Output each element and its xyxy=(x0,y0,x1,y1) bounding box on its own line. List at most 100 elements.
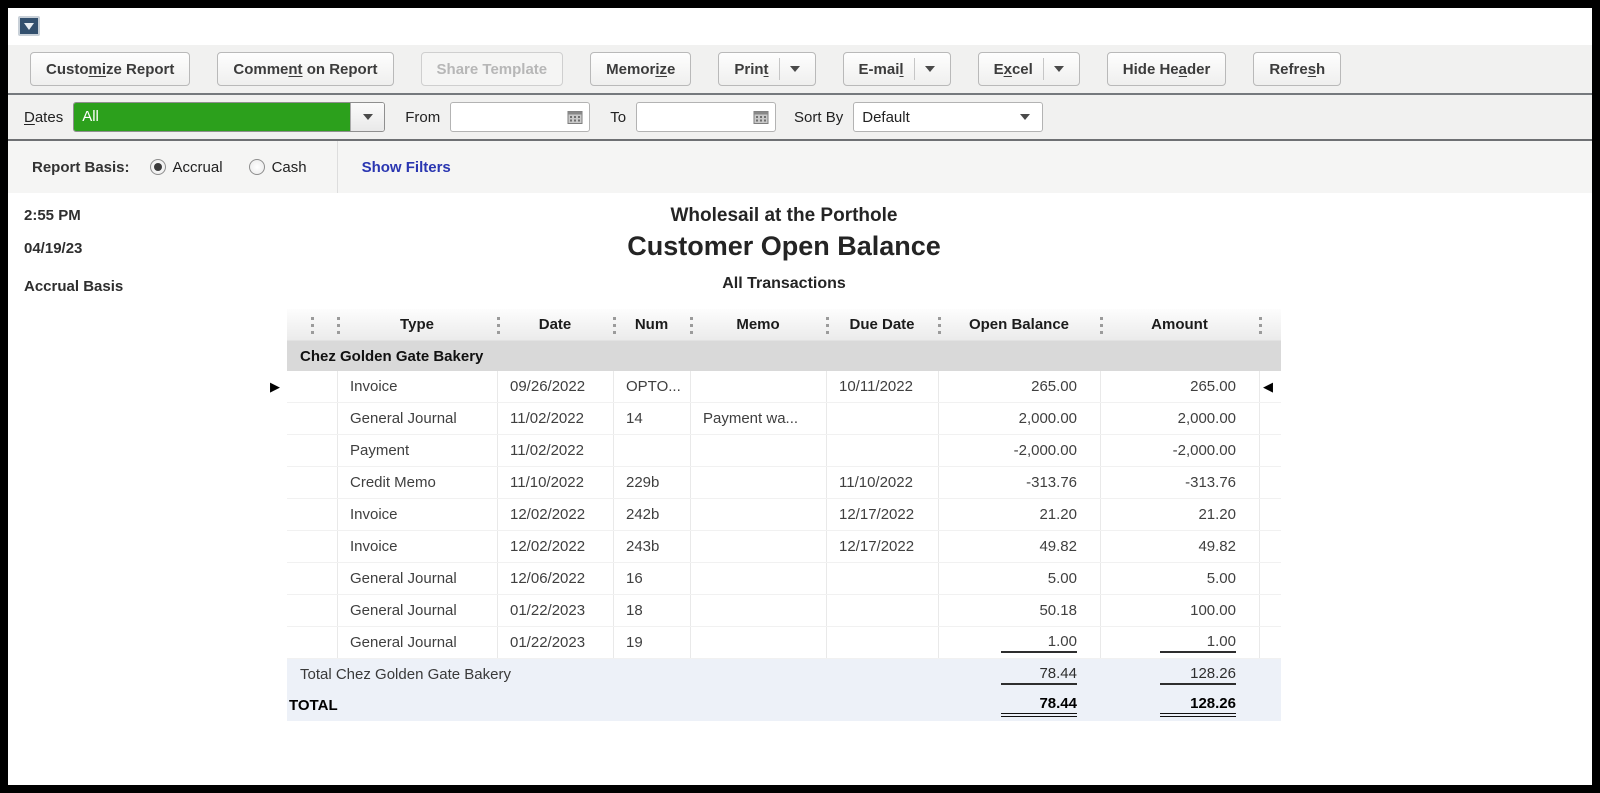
button-divider xyxy=(913,58,915,80)
type-cell: General Journal xyxy=(337,627,497,658)
accrual-radio[interactable]: Accrual xyxy=(149,158,223,176)
trailing-cell: ◀ xyxy=(1259,371,1281,402)
excel-dropdown-arrow-icon[interactable] xyxy=(1053,66,1064,72)
report-title: Customer Open Balance xyxy=(627,231,941,261)
print-dropdown-arrow-icon[interactable] xyxy=(789,66,800,72)
column-header-open-balance[interactable]: Open Balance xyxy=(938,309,1100,340)
sort-by-label: Sort By xyxy=(794,108,844,126)
company-name: Wholesail at the Porthole xyxy=(670,205,898,226)
button-label: Memorize xyxy=(606,60,676,78)
customize-report-button[interactable]: Customize Report xyxy=(30,52,191,86)
table-row[interactable]: ▶ Credit Memo 11/10/2022 229b 11/10/2022… xyxy=(287,467,1281,499)
trailing-cell: ◀ xyxy=(1259,467,1281,498)
minimize-button[interactable] xyxy=(1491,8,1508,45)
print-button[interactable]: Print xyxy=(718,52,816,86)
to-date-field[interactable] xyxy=(636,102,777,132)
trailing-cell: ◀ xyxy=(1259,595,1281,626)
trailing-cell: ◀ xyxy=(1259,563,1281,594)
dates-select-value: All xyxy=(74,103,351,131)
row-selector-cell xyxy=(287,371,337,402)
due-date-cell: 12/17/2022 xyxy=(826,499,938,530)
email-dropdown-arrow-icon[interactable] xyxy=(924,66,935,72)
table-body: ▶ Invoice 09/26/2022 OPTO... 10/11/2022 … xyxy=(270,371,1281,659)
due-date-cell xyxy=(826,627,938,658)
window-menu-icon[interactable] xyxy=(18,16,40,36)
radio-circle-icon xyxy=(149,159,166,175)
row-selector-cell xyxy=(287,499,337,530)
cash-radio[interactable]: Cash xyxy=(248,159,307,176)
table-row[interactable]: ▶ Invoice 12/02/2022 242b 12/17/2022 21.… xyxy=(287,499,1281,531)
table-row[interactable]: ▶ Payment 11/02/2022 -2,000.00 -2,000.00… xyxy=(287,435,1281,467)
current-row-pointer-icon: ▶ xyxy=(270,379,280,394)
amount-cell: 265.00 xyxy=(1100,371,1259,402)
num-cell: 243b xyxy=(613,531,690,562)
row-selector-cell xyxy=(287,403,337,434)
table-row[interactable]: ▶ Invoice 09/26/2022 OPTO... 10/11/2022 … xyxy=(270,371,1281,403)
dates-select-arrow-box[interactable] xyxy=(350,103,385,131)
date-cell: 12/02/2022 xyxy=(497,531,613,562)
memo-cell xyxy=(690,435,826,466)
column-header-due-date[interactable]: Due Date xyxy=(826,309,938,340)
show-filters-link[interactable]: Show Filters xyxy=(362,159,451,176)
type-cell: Invoice xyxy=(337,531,497,562)
email-button[interactable]: E-mail xyxy=(842,52,951,86)
amount-marker-icon: ◀ xyxy=(1263,379,1273,394)
hide-header-button[interactable]: Hide Header xyxy=(1106,52,1227,86)
dates-select[interactable]: All xyxy=(73,102,386,132)
group-total-amount: 128.26 xyxy=(1100,665,1259,685)
button-label: Excel xyxy=(993,60,1033,78)
open-balance-cell: 1.00 xyxy=(938,627,1100,658)
close-button[interactable]: ✖ xyxy=(1564,8,1578,45)
calendar-icon[interactable] xyxy=(753,109,769,125)
from-date-field[interactable] xyxy=(450,102,591,132)
column-header-type[interactable]: Type xyxy=(337,309,497,340)
table-row[interactable]: ▶ General Journal 12/06/2022 16 5.00 5.0… xyxy=(287,563,1281,595)
table-header-row: Type Date Num Memo Due Date Open Balance… xyxy=(287,309,1281,341)
row-selector-cell xyxy=(287,595,337,626)
open-balance-cell: 49.82 xyxy=(938,531,1100,562)
date-cell: 11/10/2022 xyxy=(497,467,613,498)
trailing-cell: ◀ xyxy=(1259,403,1281,434)
memo-cell xyxy=(690,371,826,402)
type-cell: General Journal xyxy=(337,595,497,626)
accrual-radio-label: Accrual xyxy=(172,158,223,176)
column-header-num[interactable]: Num xyxy=(613,309,690,340)
memorize-button[interactable]: Memorize xyxy=(590,52,692,86)
open-balance-cell: -313.76 xyxy=(938,467,1100,498)
group-total-row: Total Chez Golden Gate Bakery 78.44 128.… xyxy=(287,659,1281,690)
chevron-down-icon xyxy=(362,114,373,120)
due-date-cell: 12/17/2022 xyxy=(826,531,938,562)
table-row[interactable]: ▶ General Journal 01/22/2023 18 50.18 10… xyxy=(287,595,1281,627)
amount-cell: 1.00 xyxy=(1100,627,1259,658)
due-date-cell xyxy=(826,563,938,594)
maximize-button[interactable] xyxy=(1527,8,1544,45)
row-selector-cell xyxy=(287,531,337,562)
trailing-cell: ◀ xyxy=(1259,531,1281,562)
button-label: Refresh xyxy=(1269,60,1326,78)
column-header-memo[interactable]: Memo xyxy=(690,309,826,340)
button-label: Print xyxy=(734,60,769,78)
sort-by-select[interactable]: Default xyxy=(853,102,1044,132)
trailing-cell: ◀ xyxy=(1259,627,1281,658)
comment-on-report-button[interactable]: Comment on Report xyxy=(217,52,394,86)
amount-cell: 21.20 xyxy=(1100,499,1259,530)
refresh-button[interactable]: Refresh xyxy=(1253,52,1342,86)
group-total-open-balance: 78.44 xyxy=(938,665,1100,685)
calendar-icon[interactable] xyxy=(567,109,583,125)
table-row[interactable]: ▶ General Journal 11/02/2022 14 Payment … xyxy=(287,403,1281,435)
table-row[interactable]: ▶ Invoice 12/02/2022 243b 12/17/2022 49.… xyxy=(287,531,1281,563)
type-cell: Invoice xyxy=(337,499,497,530)
column-header-amount[interactable]: Amount xyxy=(1100,309,1259,340)
row-selector-cell xyxy=(287,435,337,466)
row-selector-cell xyxy=(287,627,337,658)
grand-total-amount: 128.26 xyxy=(1100,695,1259,717)
share-template-button: Share Template xyxy=(420,52,564,86)
open-balance-cell: 21.20 xyxy=(938,499,1100,530)
date-cell: 12/02/2022 xyxy=(497,499,613,530)
date-cell: 11/02/2022 xyxy=(497,435,613,466)
report-table: Type Date Num Memo Due Date Open Balance… xyxy=(270,309,1281,721)
table-row[interactable]: ▶ General Journal 01/22/2023 19 1.00 1.0… xyxy=(287,627,1281,659)
excel-button[interactable]: Excel xyxy=(977,52,1080,86)
report-basis-label: Report Basis: xyxy=(32,158,130,176)
column-header-date[interactable]: Date xyxy=(497,309,613,340)
